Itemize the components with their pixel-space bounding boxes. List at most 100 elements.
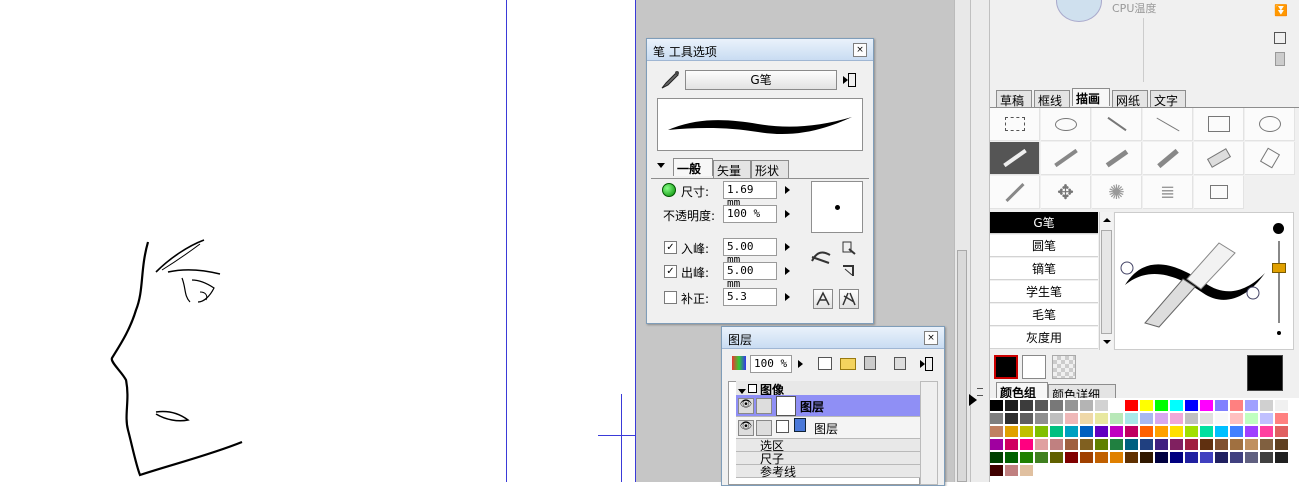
- correction-field[interactable]: 5.3: [723, 288, 777, 306]
- rectangle-tool[interactable]: [1194, 108, 1244, 141]
- color-swatch[interactable]: [1230, 426, 1244, 438]
- subtool-scrollbar[interactable]: [1099, 212, 1113, 350]
- color-swatch[interactable]: [1155, 400, 1169, 412]
- pen-edit-icon[interactable]: [756, 420, 772, 436]
- color-swatch[interactable]: [1065, 413, 1079, 425]
- color-swatch[interactable]: [1050, 439, 1064, 451]
- color-swatch[interactable]: [1005, 400, 1019, 412]
- parallel-line-tool[interactable]: ≣: [1143, 176, 1193, 209]
- color-swatch[interactable]: [1215, 426, 1229, 438]
- color-swatch[interactable]: [1035, 439, 1049, 451]
- color-swatch[interactable]: [990, 465, 1004, 477]
- color-swatch[interactable]: [1260, 439, 1274, 451]
- color-swatch[interactable]: [1140, 452, 1154, 464]
- subtool-item[interactable]: 圆笔: [990, 235, 1098, 257]
- rect-select-tool[interactable]: [990, 108, 1040, 141]
- palette-menu-icon[interactable]: [843, 72, 857, 88]
- tab-text[interactable]: 文字: [1150, 90, 1186, 108]
- material-tool[interactable]: [1194, 176, 1244, 209]
- color-swatch[interactable]: [1140, 413, 1154, 425]
- color-swatch[interactable]: [1185, 452, 1199, 464]
- layer-scrollbar[interactable]: [920, 381, 938, 485]
- color-swatch[interactable]: [1230, 452, 1244, 464]
- color-swatch[interactable]: [1020, 452, 1034, 464]
- color-swatch[interactable]: [1170, 452, 1184, 464]
- size-field[interactable]: 1.69 mm: [723, 181, 777, 209]
- color-swatch[interactable]: [1035, 413, 1049, 425]
- color-swatch[interactable]: [1155, 426, 1169, 438]
- panel-divider[interactable]: [969, 0, 990, 482]
- tab-screentone[interactable]: 网纸: [1112, 90, 1148, 108]
- color-swatch[interactable]: [1170, 413, 1184, 425]
- color-swatch[interactable]: [1230, 439, 1244, 451]
- color-swatch[interactable]: [1110, 426, 1124, 438]
- color-swatch[interactable]: [1080, 413, 1094, 425]
- marker-tool[interactable]: [1092, 142, 1142, 175]
- in-checkbox[interactable]: ✓: [664, 241, 677, 254]
- color-swatch[interactable]: [1005, 452, 1019, 464]
- color-swatch[interactable]: [1020, 400, 1034, 412]
- opacity-arrow-icon[interactable]: [798, 360, 803, 368]
- ellipse-tool[interactable]: [1245, 108, 1295, 141]
- tab-vector[interactable]: 矢量: [713, 160, 751, 178]
- color-swatch[interactable]: [1110, 439, 1124, 451]
- subtool-item[interactable]: 镝笔: [990, 258, 1098, 280]
- color-swatch[interactable]: [1095, 452, 1109, 464]
- color-swatch[interactable]: [1005, 439, 1019, 451]
- color-swatch[interactable]: [1185, 413, 1199, 425]
- brush-tool[interactable]: [1143, 142, 1193, 175]
- correction-checkbox[interactable]: [664, 291, 677, 304]
- color-swatch[interactable]: [1095, 439, 1109, 451]
- transparent-color-swatch[interactable]: [1052, 355, 1076, 379]
- lock-icon[interactable]: [894, 357, 906, 370]
- color-swatch[interactable]: [1050, 400, 1064, 412]
- trash-icon[interactable]: [864, 356, 876, 370]
- color-swatch[interactable]: [1215, 452, 1229, 464]
- close-button[interactable]: ×: [924, 331, 938, 345]
- color-swatch[interactable]: [1200, 400, 1214, 412]
- size-arrow-icon[interactable]: [785, 186, 790, 194]
- color-swatch[interactable]: [1125, 413, 1139, 425]
- color-swatch[interactable]: [1185, 400, 1199, 412]
- color-swatch[interactable]: [1080, 400, 1094, 412]
- color-swatch[interactable]: [1020, 439, 1034, 451]
- tab-general[interactable]: 一般: [673, 158, 713, 176]
- collapse-arrow-icon[interactable]: [657, 163, 665, 168]
- close-button[interactable]: ×: [853, 43, 867, 57]
- color-swatch[interactable]: [1125, 439, 1139, 451]
- folder-icon[interactable]: [840, 358, 856, 370]
- color-swatch[interactable]: [1125, 426, 1139, 438]
- color-swatch[interactable]: [1155, 452, 1169, 464]
- drawing-canvas[interactable]: [0, 0, 638, 482]
- color-swatch[interactable]: [1035, 400, 1049, 412]
- pencil-tool[interactable]: [1041, 142, 1091, 175]
- in-field[interactable]: 5.00 mm: [723, 238, 777, 266]
- color-swatch[interactable]: [1065, 452, 1079, 464]
- pen-mode-button-2[interactable]: [839, 289, 859, 309]
- color-swatch[interactable]: [1095, 426, 1109, 438]
- palette-menu-icon[interactable]: [920, 357, 934, 371]
- line-tool[interactable]: [1143, 108, 1193, 141]
- color-swatch[interactable]: [1020, 465, 1034, 477]
- color-swatch[interactable]: [990, 452, 1004, 464]
- color-swatch[interactable]: [1215, 400, 1229, 412]
- opacity-field[interactable]: 100 %: [723, 205, 777, 223]
- in-arrow-icon[interactable]: [785, 243, 790, 251]
- out-field[interactable]: 5.00 mm: [723, 262, 777, 290]
- color-swatch[interactable]: [1155, 413, 1169, 425]
- color-swatch[interactable]: [1065, 439, 1079, 451]
- color-swatch[interactable]: [1275, 439, 1289, 451]
- color-swatch[interactable]: [1200, 426, 1214, 438]
- tab-frame[interactable]: 框线: [1034, 90, 1070, 108]
- out-arrow-icon[interactable]: [785, 267, 790, 275]
- color-swatch[interactable]: [1230, 400, 1244, 412]
- color-swatch[interactable]: [1155, 439, 1169, 451]
- eyedropper-tool[interactable]: [990, 176, 1040, 209]
- color-swatch[interactable]: [1020, 413, 1034, 425]
- color-swatch[interactable]: [1245, 413, 1259, 425]
- color-swatch[interactable]: [1065, 426, 1079, 438]
- color-swatch[interactable]: [990, 413, 1004, 425]
- trash-icon[interactable]: [1275, 52, 1285, 66]
- out-checkbox[interactable]: ✓: [664, 265, 677, 278]
- sub-color-swatch[interactable]: [1022, 355, 1046, 379]
